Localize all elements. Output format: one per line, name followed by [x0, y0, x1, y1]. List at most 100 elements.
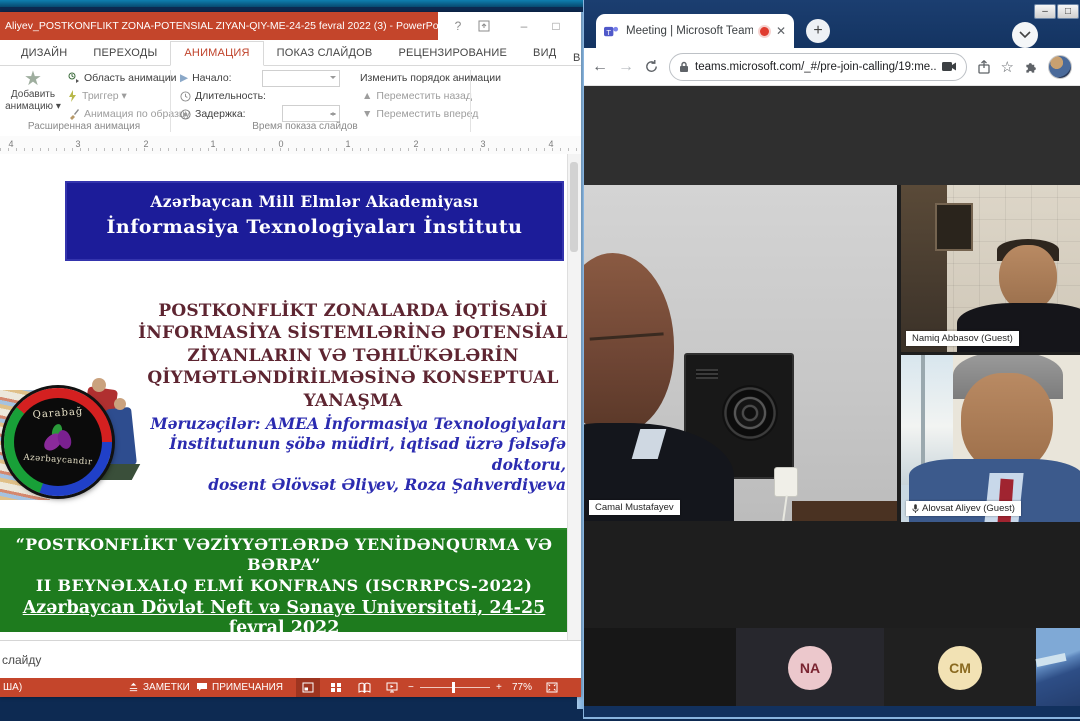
notes-icon: [128, 682, 139, 693]
notes-pane[interactable]: слайду: [0, 640, 581, 678]
animation-pane-button[interactable]: Область анимации: [68, 70, 176, 86]
comments-icon: [196, 682, 208, 693]
tab-design[interactable]: ДИЗАЙН: [8, 42, 80, 65]
duration-spinner[interactable]: [282, 105, 340, 122]
profile-avatar[interactable]: [1048, 55, 1072, 79]
teams-logo-icon: T: [604, 24, 619, 39]
delay-clock-icon: [180, 109, 191, 120]
slide-title: POSTKONFLİKT ZONALARDA İQTİSADİ İNFORMAS…: [138, 300, 568, 412]
camera-in-use-icon[interactable]: [942, 61, 957, 72]
participant-name-label: Namiq Abbasov (Guest): [906, 331, 1019, 346]
signin-cut-text: В: [573, 52, 580, 64]
animation-pane-icon: [68, 72, 80, 84]
zoom-slider-thumb[interactable]: [452, 682, 455, 693]
powerpoint-titlebar[interactable]: Aliyev_POSTKONFLIKT ZONA-POTENSIAL ZIYAN…: [0, 12, 581, 40]
share-icon[interactable]: [977, 60, 991, 74]
slide-org-header: Azərbaycan Mill Elmlər Akademiyası İnfor…: [65, 181, 564, 261]
grid-view-icon: [330, 682, 342, 693]
browser-minimize-button[interactable]: –: [1034, 4, 1056, 19]
maximize-button[interactable]: □: [544, 12, 568, 40]
mic-icon: [912, 504, 919, 514]
powerpoint-window: Aliyev_POSTKONFLIKT ZONA-POTENSIAL ZIYAN…: [0, 12, 581, 697]
move-later-button[interactable]: ▼ Переместить вперед: [362, 106, 478, 122]
forward-button[interactable]: →: [618, 58, 634, 76]
move-earlier-button[interactable]: ▲ Переместить назад: [362, 88, 472, 104]
svg-text:T: T: [606, 27, 611, 36]
participant-head: [999, 245, 1057, 311]
slide-vertical-scrollbar[interactable]: [567, 154, 581, 640]
reading-view-icon: [358, 682, 371, 693]
pc-fan: [722, 385, 778, 441]
tab-view[interactable]: ВИД: [520, 42, 569, 65]
participant-name-label: Alovsat Aliyev (Guest): [906, 501, 1021, 516]
back-button[interactable]: ←: [592, 58, 608, 76]
delay-label: Задержка:: [180, 106, 246, 122]
participant-tile-empty[interactable]: [584, 628, 736, 706]
move-earlier-icon: ▲: [362, 90, 372, 102]
video-feed-bottom-right[interactable]: Alovsat Aliyev (Guest): [901, 355, 1080, 522]
ribbon-options-icon[interactable]: [472, 12, 496, 40]
address-bar[interactable]: teams.microsoft.com/_#/pre-join-calling/…: [669, 53, 967, 81]
fit-to-window-button[interactable]: [546, 678, 558, 697]
participant-head: [961, 373, 1053, 473]
slide-speakers: Məruzəçilər: AMEA İnformasiya Texnologiy…: [118, 414, 566, 496]
tab-close-button[interactable]: ✕: [776, 24, 786, 38]
minimize-button[interactable]: –: [512, 12, 536, 40]
browser-maximize-button[interactable]: □: [1057, 4, 1079, 19]
qarabag-logo: Qarabağ Azərbaycandır: [4, 388, 112, 496]
reorder-animation-header: Изменить порядок анимации: [360, 70, 501, 86]
reading-view-button[interactable]: [352, 678, 376, 697]
add-animation-star-icon: ★: [4, 69, 62, 89]
notes-toggle[interactable]: ЗАМЕТКИ: [128, 678, 190, 697]
browser-window: – □ T Meeting | Microsoft Teams ✕ + ← → …: [583, 0, 1080, 719]
help-icon[interactable]: ?: [446, 12, 470, 40]
video-feed-main[interactable]: Camal Mustafayev: [584, 185, 897, 521]
zoom-level[interactable]: 77%: [512, 678, 532, 697]
horizontal-ruler[interactable]: 4 3 2 1 0 1 2 3 4: [0, 136, 581, 155]
trigger-lightning-icon: [68, 90, 78, 102]
slide-canvas[interactable]: Azərbaycan Mill Elmlər Akademiyası İnfor…: [0, 154, 568, 640]
reload-button[interactable]: [644, 59, 659, 74]
browser-tab[interactable]: T Meeting | Microsoft Teams ✕: [596, 14, 794, 48]
participant-tile-na[interactable]: NA: [736, 628, 884, 706]
normal-view-button[interactable]: [296, 678, 320, 697]
zoom-out-button[interactable]: −: [408, 678, 414, 697]
browser-toolbar: ← → teams.microsoft.com/_#/pre-join-call…: [584, 48, 1080, 86]
lock-icon: [679, 61, 689, 73]
zoom-slider[interactable]: [420, 687, 490, 688]
tab-slideshow[interactable]: ПОКАЗ СЛАЙДОВ: [264, 42, 386, 65]
move-later-icon: ▼: [362, 108, 372, 120]
fit-slide-icon: [546, 682, 558, 693]
tab-review[interactable]: РЕЦЕНЗИРОВАНИЕ: [385, 42, 520, 65]
slideshow-view-button[interactable]: [380, 678, 404, 697]
normal-view-icon: [302, 682, 314, 693]
participant-name-label: Camal Mustafayev: [589, 500, 680, 515]
duration-clock-icon: [180, 91, 191, 102]
tab-animations[interactable]: АНИМАЦИЯ: [170, 41, 263, 66]
start-combobox[interactable]: [262, 70, 340, 87]
video-feed-top-right[interactable]: Namiq Abbasov (Guest): [901, 185, 1080, 352]
new-tab-button[interactable]: +: [806, 19, 830, 43]
powerpoint-statusbar: ША) ЗАМЕТКИ ПРИМЕЧАНИЯ − + 77%: [0, 678, 581, 697]
comments-toggle[interactable]: ПРИМЕЧАНИЯ: [196, 678, 283, 697]
zoom-in-button[interactable]: +: [496, 678, 502, 697]
flower-icon: [46, 424, 72, 458]
slideshow-icon: [386, 682, 398, 693]
desktop: { "colors": { "ppt_accent_red": "#c4452b…: [0, 0, 1080, 721]
tab-transitions[interactable]: ПЕРЕХОДЫ: [80, 42, 170, 65]
participant-tile-cm[interactable]: CM: [884, 628, 1036, 706]
tab-search-chevron-button[interactable]: [1012, 22, 1038, 48]
bookmark-star-icon[interactable]: ☆: [1001, 58, 1014, 76]
avatar: CM: [938, 646, 982, 690]
trigger-button[interactable]: Триггер ▾: [68, 88, 127, 104]
slide-sorter-view-button[interactable]: [324, 678, 348, 697]
add-animation-button[interactable]: ★ Добавить анимацию ▾: [4, 69, 62, 121]
animations-ribbon: ★ Добавить анимацию ▾ Область анимации Т…: [0, 66, 581, 137]
participant-tile-video[interactable]: [1036, 628, 1080, 706]
animation-painter-icon: [68, 108, 80, 120]
language-indicator[interactable]: ША): [3, 678, 22, 697]
powerpoint-title: Aliyev_POSTKONFLIKT ZONA-POTENSIAL ZIYAN…: [0, 12, 438, 40]
animation-painter-button[interactable]: Анимация по образцу: [68, 106, 190, 122]
extensions-puzzle-icon[interactable]: [1024, 60, 1038, 74]
ribbon-tab-bar: ДИЗАЙН ПЕРЕХОДЫ АНИМАЦИЯ ПОКАЗ СЛАЙДОВ Р…: [0, 40, 581, 66]
